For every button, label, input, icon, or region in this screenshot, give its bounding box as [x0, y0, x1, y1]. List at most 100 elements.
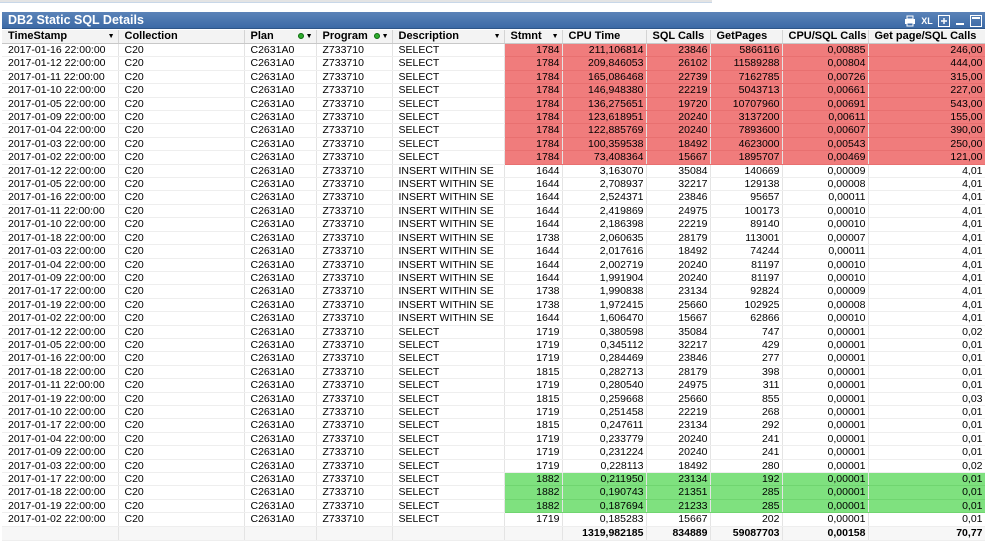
column-header[interactable]: CPU Time	[562, 30, 647, 44]
table-row[interactable]: 2017-01-10 22:00:00 C20 C2631A0 Z733710 INSE…	[2, 217, 985, 232]
column-header[interactable]: Collection	[118, 30, 245, 44]
table-row[interactable]: 2017-01-05 22:00:00 C20 C2631A0 Z733710 SELE…	[2, 97, 985, 112]
table-cell: C2631A0	[244, 298, 317, 313]
table-cell: 246,00	[868, 43, 985, 58]
column-header[interactable]: Description ▼	[392, 30, 505, 44]
table-cell: C20	[118, 298, 245, 313]
table-row[interactable]: 2017-01-10 22:00:00 C20 C2631A0 Z733710 SELE…	[2, 83, 985, 98]
table-row[interactable]: 2017-01-16 22:00:00 C20 C2631A0 Z733710 SELE…	[2, 43, 985, 58]
table-cell: INSERT WITHIN SE	[392, 204, 505, 219]
table-cell: 2017-01-09 22:00:00	[2, 271, 119, 286]
table-cell: Z733710	[316, 445, 393, 460]
table-cell: 2017-01-02 22:00:00	[2, 311, 119, 326]
table-cell: 2,524371	[562, 190, 647, 205]
table-cell: 0,01	[868, 351, 985, 366]
table-cell: C20	[118, 43, 245, 58]
table-cell: 11589288	[710, 56, 783, 71]
column-header[interactable]: TimeStamp ▼	[2, 30, 119, 44]
table-row[interactable]: 2017-01-19 22:00:00 C20 C2631A0 Z733710 SELE…	[2, 392, 985, 406]
column-header[interactable]: GetPages	[710, 30, 783, 44]
table-cell: 32217	[646, 177, 711, 192]
table-row[interactable]: 2017-01-19 22:00:00 C20 C2631A0 Z733710 SELE…	[2, 499, 985, 514]
dropdown-arrow-icon[interactable]: ▼	[108, 30, 115, 43]
table-title: DB2 Static SQL Details	[8, 13, 144, 27]
column-header-label: CPU Time	[568, 30, 621, 42]
maximize-icon[interactable]	[970, 14, 982, 27]
column-header[interactable]: Get page/SQL Calls	[868, 30, 985, 44]
table-row[interactable]: 2017-01-09 22:00:00 C20 C2631A0 Z733710 SELE…	[2, 110, 985, 125]
table-row[interactable]: 2017-01-04 22:00:00 C20 C2631A0 Z733710 SELE…	[2, 432, 985, 447]
table-cell: 2017-01-18 22:00:00	[2, 231, 119, 246]
table-cell: 0,00001	[782, 338, 869, 353]
dropdown-arrow-icon[interactable]: ▼	[382, 30, 389, 43]
column-header[interactable]: SQL Calls	[646, 30, 711, 44]
table-row[interactable]: 2017-01-18 22:00:00 C20 C2631A0 Z733710 INSE…	[2, 231, 985, 246]
table-row[interactable]: 2017-01-11 22:00:00 C20 C2631A0 Z733710 SELE…	[2, 70, 985, 85]
table-row[interactable]: 2017-01-03 22:00:00 C20 C2631A0 Z733710 INSE…	[2, 244, 985, 259]
table-row[interactable]: 2017-01-02 22:00:00 C20 C2631A0 Z733710 SELE…	[2, 512, 985, 527]
table-cell: Z733710	[316, 298, 393, 313]
table-row[interactable]: 2017-01-17 22:00:00 C20 C2631A0 Z733710 INSE…	[2, 284, 985, 299]
table-row[interactable]: 2017-01-18 22:00:00 C20 C2631A0 Z733710 SELE…	[2, 365, 985, 380]
dropdown-arrow-icon[interactable]: ▼	[552, 30, 559, 43]
table-row[interactable]: 2017-01-11 22:00:00 C20 C2631A0 Z733710 INSE…	[2, 204, 985, 219]
table-cell: C20	[118, 405, 245, 420]
column-header[interactable]: Plan ▼	[244, 30, 317, 44]
table-cell: 0,380598	[562, 325, 647, 339]
table-cell: 0,00010	[782, 271, 869, 286]
table-cell: Z733710	[316, 418, 393, 433]
table-row[interactable]: 2017-01-09 22:00:00 C20 C2631A0 Z733710 SELE…	[2, 445, 985, 460]
print-icon[interactable]	[904, 15, 916, 27]
column-header-label: TimeStamp	[8, 30, 68, 42]
table-cell: 192	[710, 472, 783, 487]
table-cell: SELECT	[392, 378, 505, 393]
table-cell: 0,00010	[782, 258, 869, 272]
table-row[interactable]: 2017-01-03 22:00:00 C20 C2631A0 Z733710 SELE…	[2, 137, 985, 152]
table-row[interactable]: 2017-01-12 22:00:00 C20 C2631A0 Z733710 SELE…	[2, 325, 985, 339]
table-row[interactable]: 2017-01-02 22:00:00 C20 C2631A0 Z733710 SELE…	[2, 150, 985, 165]
table-cell: 10707960	[710, 97, 783, 112]
table-row[interactable]: 2017-01-16 22:00:00 C20 C2631A0 Z733710 SELE…	[2, 351, 985, 366]
minimize-icon[interactable]	[954, 15, 966, 27]
table-cell: C2631A0	[244, 244, 317, 259]
table-row[interactable]: 2017-01-19 22:00:00 C20 C2631A0 Z733710 INSE…	[2, 298, 985, 313]
table-cell: 24975	[646, 204, 711, 219]
table-row[interactable]: 2017-01-17 22:00:00 C20 C2631A0 Z733710 SELE…	[2, 418, 985, 433]
table-row[interactable]: 2017-01-04 22:00:00 C20 C2631A0 Z733710 INSE…	[2, 258, 985, 272]
table-cell: C20	[118, 311, 245, 326]
total-cell	[244, 525, 317, 541]
table-cell: 5866116	[710, 43, 783, 58]
table-cell: 18492	[646, 137, 711, 152]
restore-icon[interactable]	[938, 14, 950, 27]
table-cell: 1738	[504, 284, 563, 299]
table-row[interactable]: 2017-01-11 22:00:00 C20 C2631A0 Z733710 SELE…	[2, 378, 985, 393]
table-row[interactable]: 2017-01-12 22:00:00 C20 C2631A0 Z733710 SELE…	[2, 56, 985, 71]
dropdown-arrow-icon[interactable]: ▼	[494, 30, 501, 43]
table-cell: C2631A0	[244, 459, 317, 474]
table-row[interactable]: 2017-01-10 22:00:00 C20 C2631A0 Z733710 SELE…	[2, 405, 985, 420]
table-row[interactable]: 2017-01-12 22:00:00 C20 C2631A0 Z733710 INSE…	[2, 164, 985, 179]
column-header[interactable]: CPU/SQL Calls	[782, 30, 869, 44]
table-cell: C20	[118, 445, 245, 460]
table-cell: SELECT	[392, 137, 505, 152]
table-row[interactable]: 2017-01-17 22:00:00 C20 C2631A0 Z733710 SELE…	[2, 472, 985, 487]
table-row[interactable]: 2017-01-09 22:00:00 C20 C2631A0 Z733710 INSE…	[2, 271, 985, 286]
xl-export-icon[interactable]: XL	[920, 15, 934, 27]
table-row[interactable]: 2017-01-05 22:00:00 C20 C2631A0 Z733710 SELE…	[2, 338, 985, 353]
table-cell: Z733710	[316, 43, 393, 58]
table-cell: 1644	[504, 258, 563, 272]
table-titlebar[interactable]: DB2 Static SQL Details XL	[2, 12, 985, 29]
table-cell: 20240	[646, 258, 711, 272]
table-row[interactable]: 2017-01-02 22:00:00 C20 C2631A0 Z733710 INSE…	[2, 311, 985, 326]
table-row[interactable]: 2017-01-18 22:00:00 C20 C2631A0 Z733710 SELE…	[2, 485, 985, 500]
table-row[interactable]: 2017-01-16 22:00:00 C20 C2631A0 Z733710 INSE…	[2, 190, 985, 205]
total-cell	[2, 525, 119, 541]
table-row[interactable]: 2017-01-05 22:00:00 C20 C2631A0 Z733710 INSE…	[2, 177, 985, 192]
column-header[interactable]: Program ▼	[316, 30, 393, 44]
dropdown-arrow-icon[interactable]: ▼	[306, 30, 313, 43]
table-cell: C20	[118, 177, 245, 192]
table-row[interactable]: 2017-01-03 22:00:00 C20 C2631A0 Z733710 SELE…	[2, 459, 985, 474]
table-cell: 0,01	[868, 338, 985, 353]
column-header[interactable]: Stmnt ▼	[504, 30, 563, 44]
table-row[interactable]: 2017-01-04 22:00:00 C20 C2631A0 Z733710 SELE…	[2, 123, 985, 138]
